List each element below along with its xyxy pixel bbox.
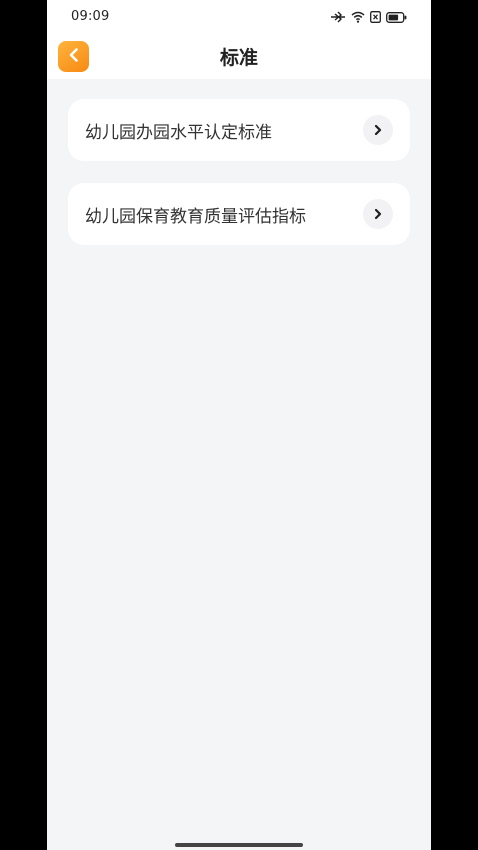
status-icons <box>330 9 407 25</box>
list-item-label: 幼儿园办园水平认定标准 <box>85 123 272 143</box>
bluetooth-icon <box>330 11 346 23</box>
list-item-care-education-quality-indicators[interactable]: 幼儿园保育教育质量评估指标 <box>68 183 410 245</box>
wifi-icon <box>351 11 365 23</box>
chevron-right-icon <box>363 115 393 145</box>
app-screen: 09:09 标准 幼儿园办园水平认定标准 幼儿园保育教育质量评估指标 <box>47 0 431 850</box>
battery-icon <box>386 11 407 23</box>
list-item-kindergarten-level-standard[interactable]: 幼儿园办园水平认定标准 <box>68 99 410 161</box>
status-bar: 09:09 <box>47 0 431 34</box>
home-indicator[interactable] <box>175 843 303 847</box>
status-time: 09:09 <box>71 9 110 24</box>
page-title: 标准 <box>219 47 258 69</box>
list-item-label: 幼儿园保育教育质量评估指标 <box>85 207 306 227</box>
navigation-bar: 标准 <box>47 34 431 79</box>
chevron-right-icon <box>363 199 393 229</box>
sim-icon <box>370 11 381 23</box>
